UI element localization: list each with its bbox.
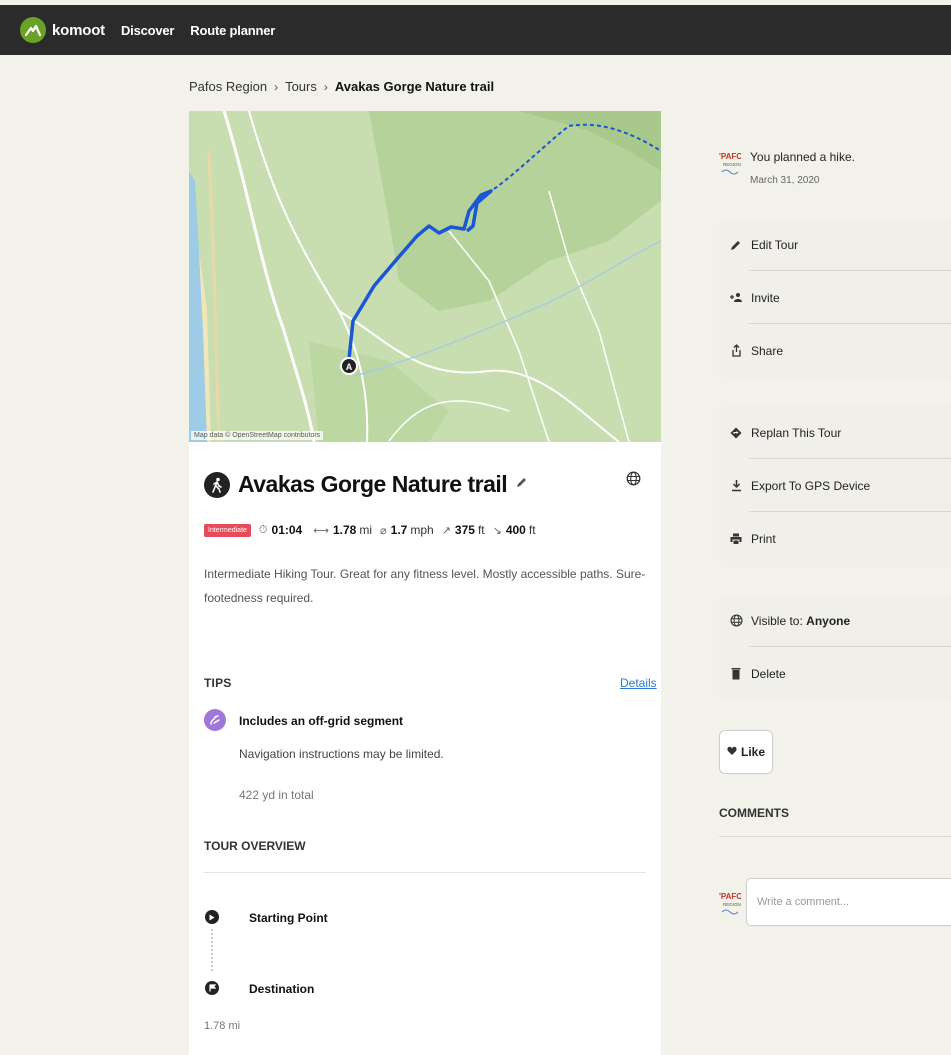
nav-discover[interactable]: Discover <box>121 23 175 38</box>
visibility-prefix: Visible to: <box>751 613 807 628</box>
breadcrumb: Pafos Region › Tours › Avakas Gorge Natu… <box>189 79 494 94</box>
visibility-card: Visible to: Anyone Delete <box>719 594 951 702</box>
downhill-stat: ↘ 400 ft <box>492 523 536 537</box>
visibility-value: Anyone <box>806 613 851 628</box>
share-label: Share <box>751 343 784 358</box>
flag-icon <box>205 981 219 995</box>
comments-heading: COMMENTS <box>719 806 789 820</box>
heart-icon <box>727 745 737 759</box>
tour-title: Avakas Gorge Nature trail <box>238 471 508 497</box>
distance-stat: ⟷ 1.78 mi <box>313 523 373 537</box>
komoot-logo[interactable]: komoot <box>20 17 105 43</box>
tour-map[interactable]: A Map data © OpenStreetMap contributors <box>189 111 661 443</box>
map-start-marker: A <box>346 362 353 372</box>
globe-icon <box>729 614 743 627</box>
edit-tour-button[interactable]: Edit Tour <box>719 218 951 271</box>
svg-text:REGION: REGION <box>723 162 741 167</box>
tip-total: 422 yd in total <box>239 788 314 802</box>
print-button[interactable]: Print <box>719 512 951 565</box>
avatar: 'PAFC REGION <box>719 892 741 915</box>
speed-stat: ⌀ 1.7 mph <box>380 523 434 537</box>
tour-stats: Intermediate ⏱ 01:04 ⟷ 1.78 mi ⌀ 1.7 mph ↗ 375… <box>204 523 544 537</box>
breadcrumb-item-region[interactable]: Pafos Region <box>189 79 267 94</box>
tip-text: Navigation instructions may be limited. <box>239 747 444 761</box>
play-icon <box>205 910 219 924</box>
difficulty-badge: Intermediate <box>204 523 251 537</box>
divider <box>719 836 951 837</box>
delete-button[interactable]: Delete <box>719 647 951 700</box>
like-button[interactable]: Like <box>719 730 773 774</box>
tour-title-row: Avakas Gorge Nature trail <box>204 471 528 498</box>
activity-message: You planned a hike. <box>750 150 855 164</box>
edit-tour-label: Edit Tour <box>751 237 799 252</box>
svg-text:REGION: REGION <box>723 902 741 907</box>
svg-text:'PAFC: 'PAFC <box>719 892 741 901</box>
trash-icon <box>729 667 743 680</box>
export-gps-label: Export To GPS Device <box>751 478 871 493</box>
route-diamond-icon <box>729 427 743 439</box>
chevron-right-icon: › <box>274 79 279 94</box>
clock-icon: ⏱ <box>258 523 268 536</box>
divider <box>204 872 646 873</box>
tips-heading: TIPS <box>204 676 232 690</box>
map-attribution[interactable]: Map data © OpenStreetMap contributors <box>191 431 324 440</box>
avatar[interactable]: 'PAFC REGION <box>719 150 741 182</box>
waypoint-connector <box>211 929 213 971</box>
uphill-icon: ↗ <box>441 524 451 537</box>
off-grid-icon <box>204 709 226 731</box>
breadcrumb-item-tours[interactable]: Tours <box>285 79 317 94</box>
edit-title-pencil-icon[interactable] <box>515 476 528 494</box>
replan-tour-button[interactable]: Replan This Tour <box>719 406 951 459</box>
like-label: Like <box>740 745 765 759</box>
logo-text: komoot <box>52 21 105 39</box>
replan-tour-label: Replan This Tour <box>751 425 842 440</box>
speed-icon: ⌀ <box>380 524 387 537</box>
add-people-icon <box>729 292 743 303</box>
uphill-stat: ↗ 375 ft <box>441 523 485 537</box>
downhill-icon: ↘ <box>492 524 502 537</box>
nav-route-planner[interactable]: Route planner <box>190 23 275 38</box>
share-icon <box>729 344 743 357</box>
visibility-button[interactable]: Visible to: Anyone <box>719 594 951 647</box>
hiking-icon <box>204 471 230 498</box>
breadcrumb-current: Avakas Gorge Nature trail <box>334 79 495 94</box>
duration-stat: ⏱ 01:04 <box>258 523 303 537</box>
activity-date: March 31, 2020 <box>750 175 820 186</box>
tour-card: A Map data © OpenStreetMap contributors … <box>189 111 661 1055</box>
waypoint-distance: 1.78 mi <box>204 1020 241 1032</box>
share-button[interactable]: Share <box>719 324 951 377</box>
printer-icon <box>729 533 743 545</box>
print-label: Print <box>751 531 776 546</box>
waypoint-start[interactable]: Starting Point <box>249 911 328 925</box>
chevron-right-icon: › <box>323 79 328 94</box>
tour-tools-card: Replan This Tour Export To GPS Device Pr… <box>719 406 951 567</box>
delete-label: Delete <box>751 666 786 681</box>
tip-title: Includes an off-grid segment <box>239 714 404 728</box>
tips-details-link[interactable]: Details <box>620 676 657 690</box>
globe-icon[interactable] <box>626 471 641 491</box>
waypoint-destination[interactable]: Destination <box>249 982 314 996</box>
tour-overview-heading: TOUR OVERVIEW <box>204 839 306 853</box>
comment-input[interactable] <box>746 878 951 926</box>
svg-text:'PAFC: 'PAFC <box>719 152 741 161</box>
distance-icon: ⟷ <box>313 524 329 537</box>
export-gps-button[interactable]: Export To GPS Device <box>719 459 951 512</box>
tour-description: Intermediate Hiking Tour. Great for any … <box>204 567 646 605</box>
invite-label: Invite <box>751 290 780 305</box>
top-navigation-bar: komoot Discover Route planner <box>0 5 951 55</box>
invite-button[interactable]: Invite <box>719 271 951 324</box>
tour-actions-card: Edit Tour Invite Share <box>719 218 951 379</box>
komoot-logo-icon <box>20 17 46 43</box>
pencil-icon <box>729 239 743 251</box>
download-icon <box>729 479 743 492</box>
